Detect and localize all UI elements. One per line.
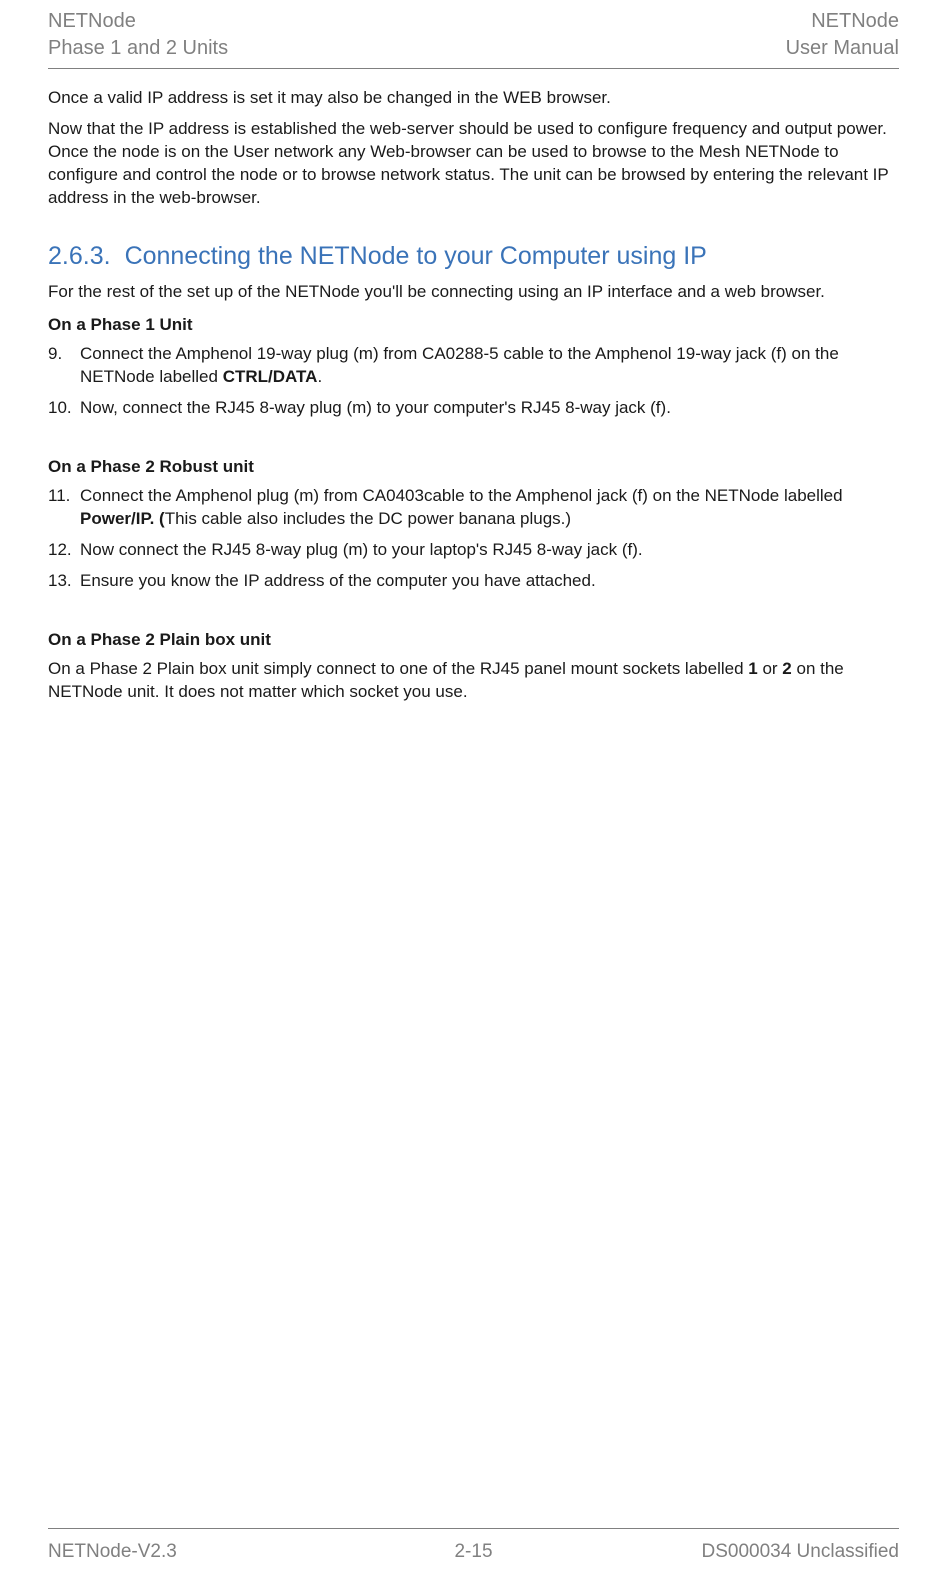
paragraph: On a Phase 2 Plain box unit simply conne…: [48, 658, 899, 704]
text-bold: 2: [782, 659, 791, 678]
list-item: 9. Connect the Amphenol 19-way plug (m) …: [48, 343, 899, 389]
footer-left: NETNode-V2.3: [48, 1539, 177, 1565]
list-marker: 10.: [48, 397, 80, 420]
list-text: Connect the Amphenol 19-way plug (m) fro…: [80, 343, 899, 389]
footer-center: 2-15: [454, 1539, 492, 1565]
page-content: Once a valid IP address is set it may al…: [48, 69, 899, 704]
text-run: This cable also includes the DC power ba…: [165, 509, 571, 528]
text-bold: 1: [748, 659, 757, 678]
list-marker: 9.: [48, 343, 80, 389]
page-header: NETNode Phase 1 and 2 Units NETNode User…: [48, 0, 899, 69]
list-text: Ensure you know the IP address of the co…: [80, 570, 899, 593]
section-title: Connecting the NETNode to your Computer …: [125, 242, 707, 270]
header-left: NETNode Phase 1 and 2 Units: [48, 8, 228, 62]
subheading-phase2-robust: On a Phase 2 Robust unit: [48, 456, 899, 479]
spacer: [48, 601, 899, 619]
spacer: [48, 428, 899, 446]
list-item: 13. Ensure you know the IP address of th…: [48, 570, 899, 593]
page: NETNode Phase 1 and 2 Units NETNode User…: [0, 0, 947, 1575]
footer-right: DS000034 Unclassified: [701, 1539, 899, 1565]
header-right: NETNode User Manual: [786, 8, 899, 62]
text-run: On a Phase 2 Plain box unit simply conne…: [48, 659, 748, 678]
ordered-list: 9. Connect the Amphenol 19-way plug (m) …: [48, 343, 899, 420]
header-left-line2: Phase 1 and 2 Units: [48, 35, 228, 62]
paragraph: For the rest of the set up of the NETNod…: [48, 281, 899, 304]
paragraph: Now that the IP address is established t…: [48, 118, 899, 210]
list-text: Now connect the RJ45 8-way plug (m) to y…: [80, 539, 899, 562]
header-left-line1: NETNode: [48, 8, 228, 35]
list-item: 12. Now connect the RJ45 8-way plug (m) …: [48, 539, 899, 562]
subheading-phase2-plain: On a Phase 2 Plain box unit: [48, 629, 899, 652]
list-marker: 13.: [48, 570, 80, 593]
header-right-line2: User Manual: [786, 35, 899, 62]
text-bold: Power/IP. (: [80, 509, 165, 528]
text-bold: CTRL/DATA: [223, 367, 318, 386]
section-heading: 2.6.3. Connecting the NETNode to your Com…: [48, 240, 899, 274]
text-run: .: [317, 367, 322, 386]
section-number: 2.6.3.: [48, 242, 111, 270]
list-marker: 11.: [48, 485, 80, 531]
ordered-list: 11. Connect the Amphenol plug (m) from C…: [48, 485, 899, 593]
paragraph: Once a valid IP address is set it may al…: [48, 87, 899, 110]
header-right-line1: NETNode: [786, 8, 899, 35]
list-marker: 12.: [48, 539, 80, 562]
list-item: 11. Connect the Amphenol plug (m) from C…: [48, 485, 899, 531]
list-text: Connect the Amphenol plug (m) from CA040…: [80, 485, 899, 531]
subheading-phase1: On a Phase 1 Unit: [48, 314, 899, 337]
text-run: Connect the Amphenol plug (m) from CA040…: [80, 486, 843, 505]
list-item: 10. Now, connect the RJ45 8-way plug (m)…: [48, 397, 899, 420]
text-run: or: [758, 659, 783, 678]
text-run: Connect the Amphenol 19-way plug (m) fro…: [80, 344, 839, 386]
list-text: Now, connect the RJ45 8-way plug (m) to …: [80, 397, 899, 420]
page-footer: NETNode-V2.3 2-15 DS000034 Unclassified: [48, 1528, 899, 1565]
